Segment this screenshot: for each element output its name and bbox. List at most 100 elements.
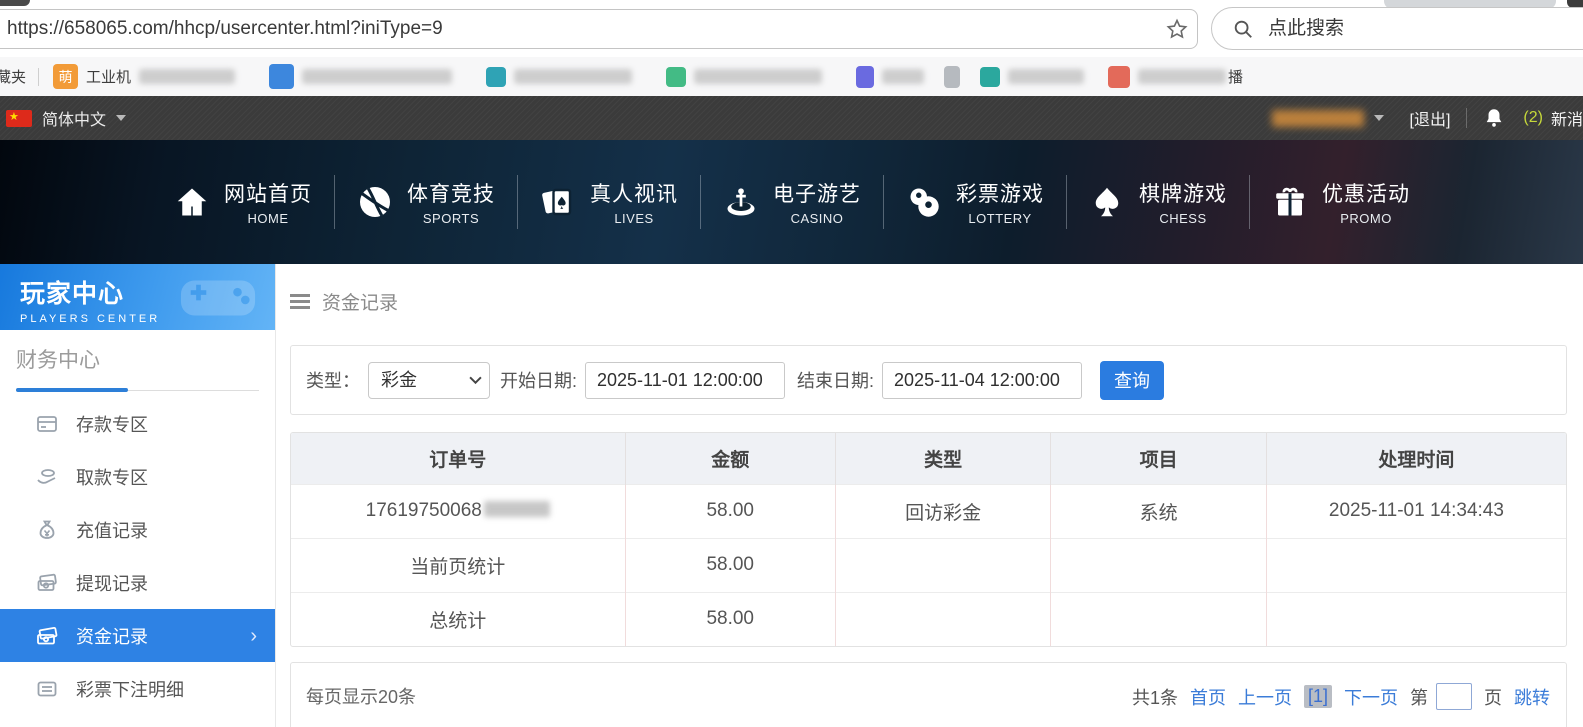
bell-icon[interactable] (1483, 107, 1505, 129)
sidebar-item-deposit[interactable]: 存款专区 (0, 397, 275, 450)
nav-item-casino[interactable]: 电子游艺 CASINO (704, 178, 880, 226)
current-page-badge[interactable]: [1] (1303, 685, 1332, 708)
nav-item-lives[interactable]: 真人视讯 LIVES (521, 178, 697, 226)
jump-suffix-label: 页 (1484, 687, 1502, 708)
cell-project: 系统 (1050, 483, 1267, 538)
jump-button[interactable]: 跳转 (1514, 684, 1550, 710)
message-count[interactable]: (2) (1523, 109, 1543, 127)
bookmarks-folder-label[interactable]: 藏夹 (0, 66, 26, 87)
divider (1248, 175, 1250, 229)
nav-label-zh: 真人视讯 (590, 183, 678, 206)
start-date-label: 开始日期: (500, 371, 578, 391)
redacted-text (694, 69, 823, 84)
bookmark-favicon (666, 66, 687, 87)
page-jump-input[interactable] (1436, 683, 1472, 710)
start-date-input[interactable] (585, 361, 786, 399)
bookmark-favicon (856, 65, 875, 88)
cell-type (835, 537, 1052, 592)
chevron-down-icon[interactable] (1373, 115, 1384, 121)
nav-label-en: CASINO (790, 211, 844, 226)
sidebar-item-funds-record[interactable]: 资金记录 › (0, 609, 275, 662)
sidebar-item-withdraw[interactable]: 取款专区 (0, 450, 275, 503)
cell-time: 2025-11-01 14:34:43 (1266, 483, 1566, 538)
query-button[interactable]: 查询 (1100, 360, 1165, 400)
bookmark-favicon (486, 66, 507, 87)
end-date-label: 结束日期: (797, 371, 875, 391)
sidebar-item-withdraw-record[interactable]: 提现记录 (0, 556, 275, 609)
nav-label-en: HOME (247, 211, 289, 226)
nav-label-en: LIVES (614, 211, 654, 226)
divider (1466, 108, 1468, 128)
sidebar-item-label: 存款专区 (76, 414, 148, 435)
list-icon (34, 676, 60, 702)
prev-page-link[interactable]: 上一页 (1238, 684, 1292, 710)
language-selector[interactable]: 简体中文 (42, 106, 106, 130)
bookmark-item[interactable] (486, 66, 633, 87)
logout-button[interactable]: [退出] (1410, 106, 1451, 130)
cell-type: 回访彩金 (835, 483, 1052, 538)
url-bar[interactable] (0, 9, 1198, 49)
players-center-header: 玩家中心 PLAYERS CENTER (0, 264, 275, 330)
col-header-order: 订单号 (291, 433, 626, 484)
sidebar-item-recharge-record[interactable]: 充值记录 (0, 503, 275, 556)
divider (516, 175, 518, 229)
nav-item-home[interactable]: 网站首页 HOME (155, 178, 331, 226)
bookmark-item[interactable]: 播 (1108, 65, 1243, 88)
browser-search-box[interactable] (1211, 7, 1583, 50)
lottery-balls-icon (905, 183, 943, 221)
redacted-text (139, 69, 236, 84)
username-redacted[interactable] (1271, 109, 1364, 127)
bookmark-favicon (980, 66, 1001, 87)
divider (882, 175, 884, 229)
cell-project (1050, 537, 1267, 592)
main-navigation: 网站首页 HOME 体育竞技 SPORTS 真人视讯 LIVES 电子游艺 CA… (0, 140, 1583, 264)
first-page-link[interactable]: 首页 (1190, 684, 1226, 710)
message-label[interactable]: 新消 (1551, 106, 1583, 130)
bookmark-item[interactable] (980, 66, 1085, 87)
nav-label-en: CHESS (1159, 211, 1207, 226)
bookmarks-bar: 藏夹 萌 工业机 播 (0, 57, 1583, 96)
nav-label-zh: 体育竞技 (407, 183, 495, 206)
window-edge-artifact (0, 0, 30, 6)
browser-chrome (0, 0, 1583, 57)
divider (38, 67, 40, 86)
bookmark-item[interactable]: 萌 工业机 (53, 64, 236, 89)
type-select[interactable]: 彩金 (368, 361, 490, 399)
table-header-row: 订单号 金额 类型 项目 处理时间 (291, 433, 1566, 484)
table-row-total-summary: 总统计 58.00 (291, 591, 1566, 646)
search-input[interactable] (1268, 17, 1518, 40)
url-input[interactable] (0, 18, 1157, 40)
nav-item-lottery[interactable]: 彩票游戏 LOTTERY (887, 178, 1063, 226)
sidebar-item-label: 彩票下注明细 (76, 679, 184, 700)
gamepad-icon (180, 280, 256, 316)
cell-time (1266, 537, 1566, 592)
nav-item-sports[interactable]: 体育竞技 SPORTS (338, 178, 514, 226)
bookmark-star-icon[interactable] (1157, 17, 1197, 41)
funds-table: 订单号 金额 类型 项目 处理时间 17619750068 58.00 回访彩金… (290, 432, 1567, 647)
finance-section-header: 财务中心 (16, 344, 259, 392)
bookmark-item[interactable] (269, 64, 453, 89)
nav-label-zh: 彩票游戏 (956, 183, 1044, 206)
nav-item-promo[interactable]: 优惠活动 PROMO (1253, 178, 1429, 226)
roulette-icon (722, 183, 760, 221)
divider (1065, 175, 1067, 229)
bookmark-item[interactable] (666, 66, 823, 87)
bookmark-item[interactable] (944, 65, 961, 88)
nav-label-zh: 棋牌游戏 (1139, 183, 1227, 206)
chevron-down-icon[interactable] (116, 115, 127, 121)
cell-type (835, 591, 1052, 646)
bank-card-icon (34, 411, 60, 437)
redacted-text (514, 69, 633, 84)
sidebar-item-lottery-bets[interactable]: 彩票下注明细 (0, 662, 275, 715)
cell-order: 总统计 (291, 591, 626, 646)
bookmark-label: 工业机 (86, 69, 132, 86)
next-page-link[interactable]: 下一页 (1344, 684, 1398, 710)
nav-item-chess[interactable]: 棋牌游戏 CHESS (1070, 178, 1246, 226)
redacted-text (1008, 69, 1085, 84)
main-panel: 资金记录 类型： 彩金 开始日期: 结束日期: 查询 (276, 264, 1583, 727)
bookmark-favicon (269, 64, 295, 89)
end-date-input[interactable] (882, 361, 1083, 399)
col-header-amount: 金额 (625, 433, 836, 484)
sidebar-item-label: 资金记录 (76, 626, 148, 647)
bookmark-item[interactable] (856, 65, 925, 88)
